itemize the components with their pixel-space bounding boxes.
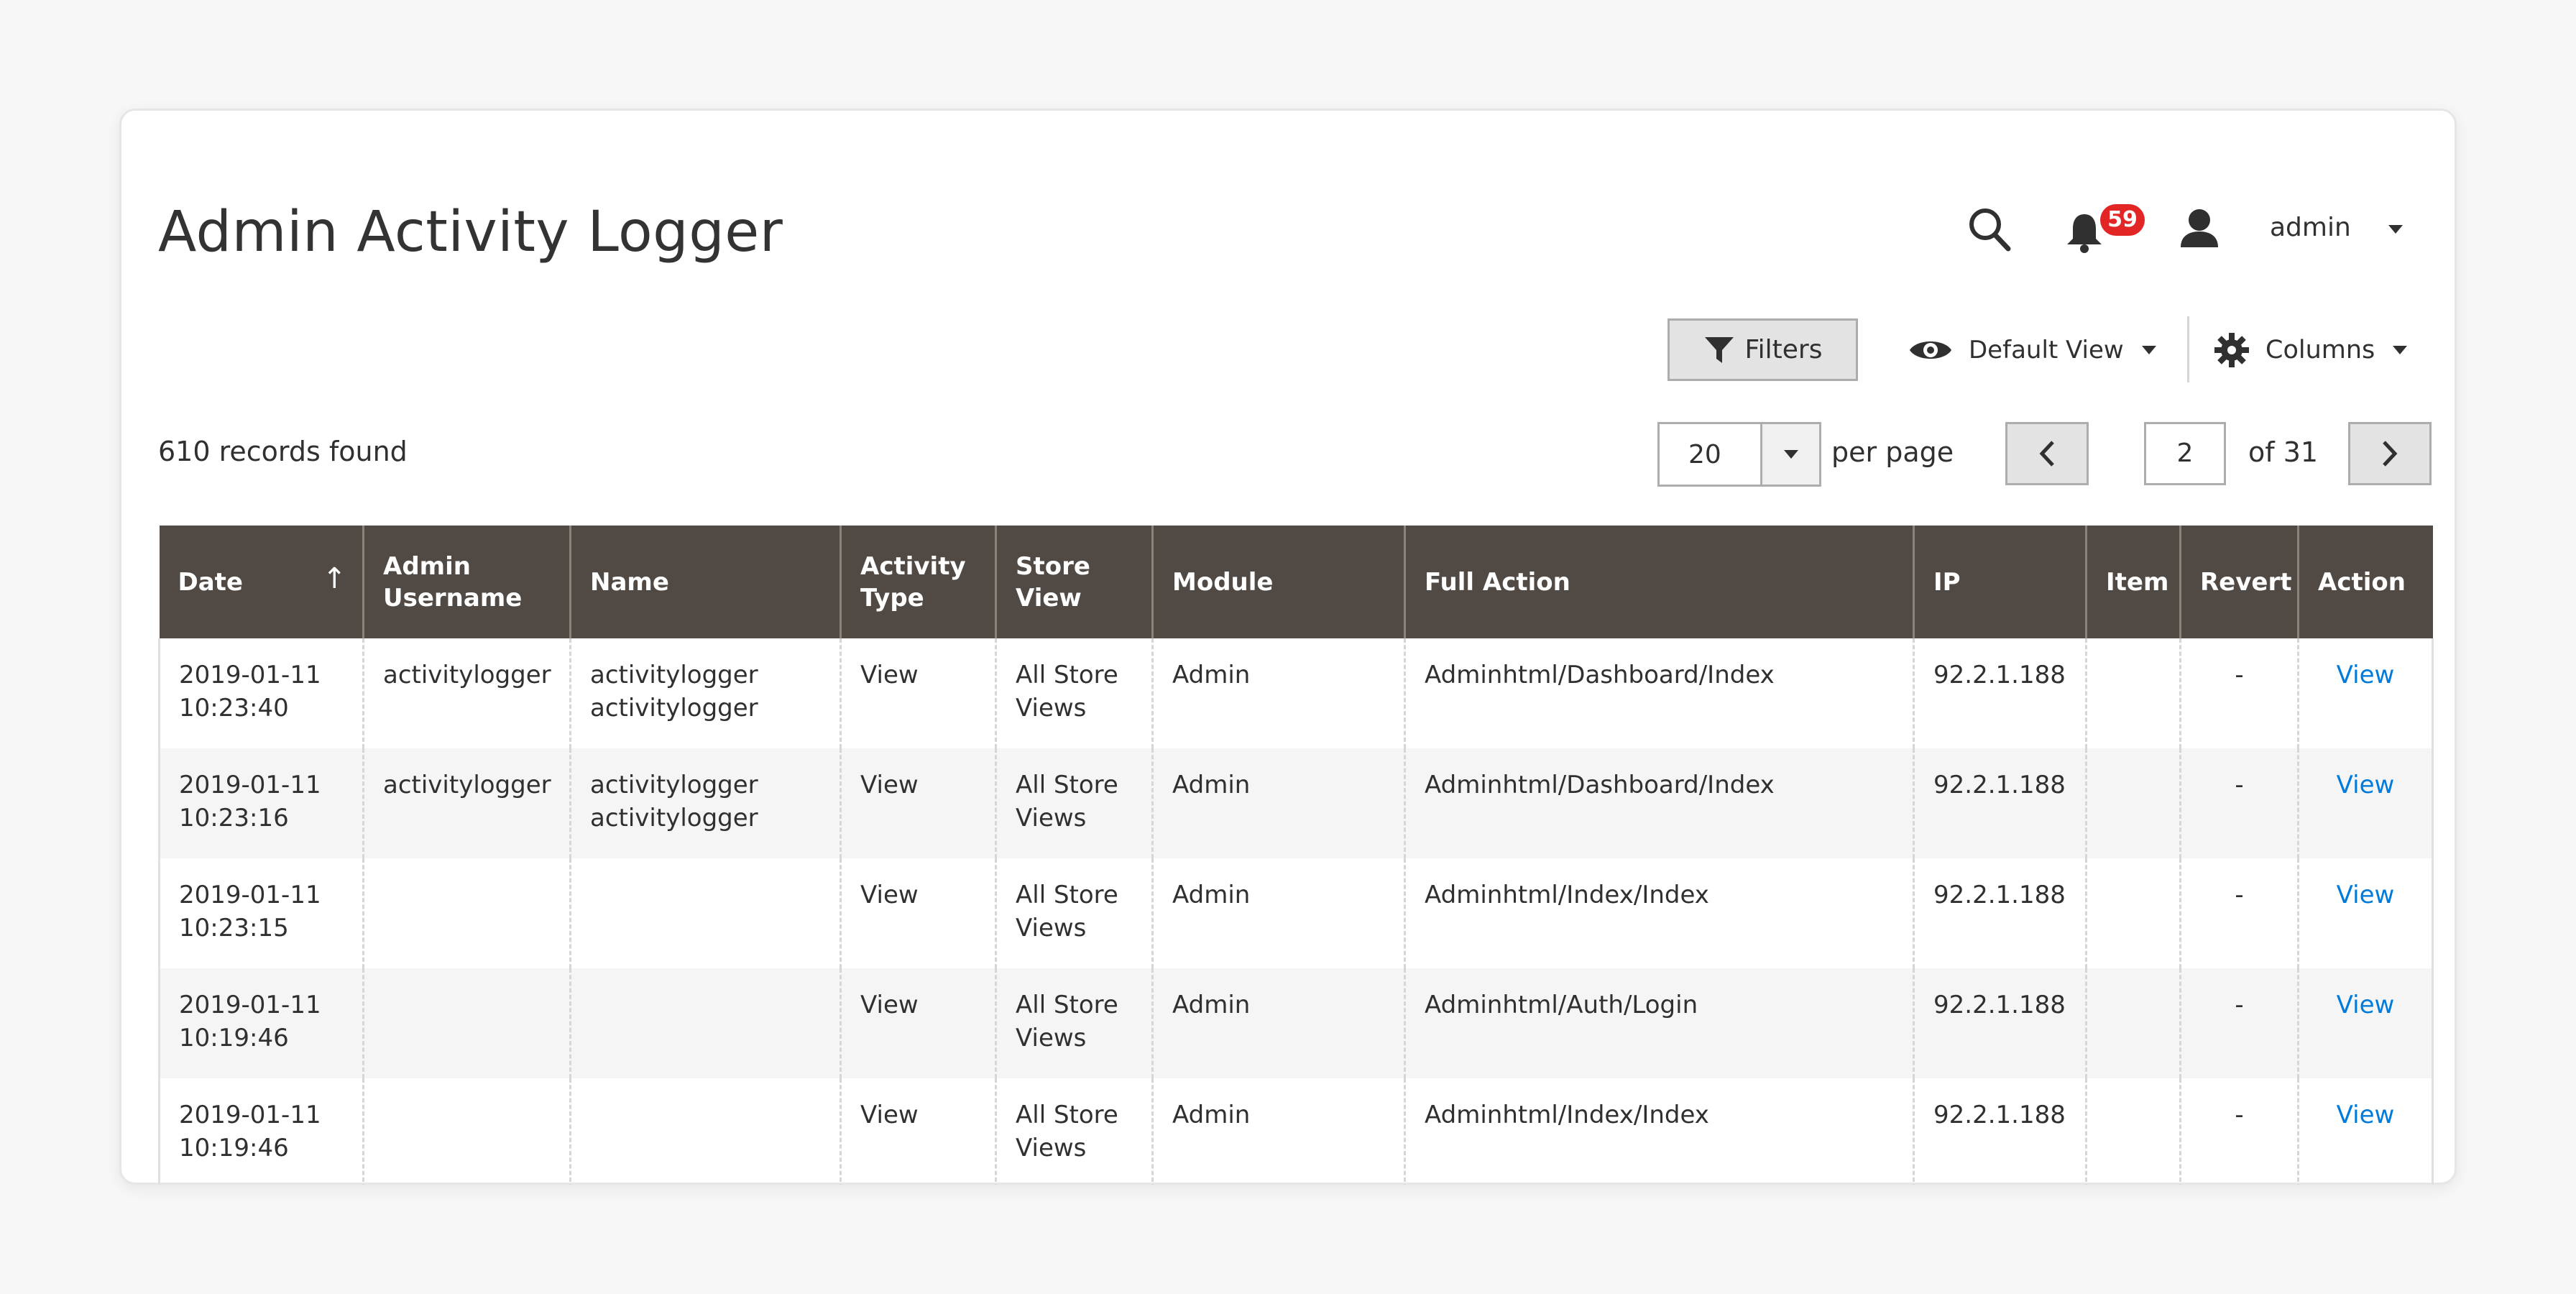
cell-username (362, 858, 571, 968)
cell-ip: 92.2.1.188 (1913, 858, 2087, 968)
cell-module: Admin (1151, 748, 1405, 858)
cell-store-view: All Store Views (995, 748, 1153, 858)
cell-username (362, 968, 571, 1078)
cell-name: activitylogger activitylogger (569, 748, 841, 858)
cell-store-view: All Store Views (995, 858, 1153, 968)
column-header-module[interactable]: Module (1151, 526, 1405, 638)
grid-viewport: Date ↑ Admin Username Name Activity Type … (119, 109, 2457, 1185)
table-row: 2019-01-11 10:23:15 View All Store Views… (158, 858, 2434, 968)
cell-item (2085, 858, 2181, 968)
cell-item (2085, 1078, 2181, 1185)
column-header-admin-username[interactable]: Admin Username (362, 526, 571, 638)
view-link[interactable]: View (2337, 1101, 2395, 1129)
column-header-name[interactable]: Name (569, 526, 841, 638)
cell-action: View (2297, 968, 2434, 1078)
cell-name (569, 858, 841, 968)
table-row: 2019-01-11 10:19:46 View All Store Views… (158, 968, 2434, 1078)
column-header-store-view[interactable]: Store View (995, 526, 1153, 638)
column-header-activity-type[interactable]: Activity Type (840, 526, 996, 638)
column-header-action[interactable]: Action (2297, 526, 2433, 638)
cell-revert: - (2179, 1078, 2299, 1185)
cell-username: activitylogger (362, 638, 571, 748)
cell-ip: 92.2.1.188 (1913, 748, 2087, 858)
sort-ascending-icon: ↑ (322, 562, 346, 595)
table-header-row: Date ↑ Admin Username Name Activity Type … (159, 526, 2433, 638)
cell-action: View (2297, 858, 2434, 968)
activity-log-table: Date ↑ Admin Username Name Activity Type … (158, 526, 2434, 1185)
cell-action: View (2297, 748, 2434, 858)
cell-activity-type: View (840, 638, 996, 748)
view-link[interactable]: View (2337, 991, 2395, 1019)
table-row: 2019-01-11 10:19:46 View All Store Views… (158, 1078, 2434, 1185)
column-header-date[interactable]: Date ↑ (159, 526, 364, 638)
cell-revert: - (2179, 638, 2299, 748)
cell-full-action: Adminhtml/Dashboard/Index (1404, 748, 1914, 858)
column-header-ip[interactable]: IP (1913, 526, 2087, 638)
column-header-full-action[interactable]: Full Action (1404, 526, 1914, 638)
view-link[interactable]: View (2337, 771, 2395, 799)
cell-revert: - (2179, 748, 2299, 858)
cell-store-view: All Store Views (995, 638, 1153, 748)
column-header-item[interactable]: Item (2085, 526, 2181, 638)
cell-name (569, 968, 841, 1078)
view-link[interactable]: View (2337, 661, 2395, 689)
cell-date: 2019-01-11 10:19:46 (158, 1078, 364, 1185)
cell-module: Admin (1151, 1078, 1405, 1185)
cell-activity-type: View (840, 858, 996, 968)
cell-date: 2019-01-11 10:19:46 (158, 968, 364, 1078)
cell-username (362, 1078, 571, 1185)
cell-store-view: All Store Views (995, 1078, 1153, 1185)
cell-revert: - (2179, 968, 2299, 1078)
table-row: 2019-01-11 10:23:40 activitylogger activ… (158, 638, 2434, 748)
cell-date: 2019-01-11 10:23:40 (158, 638, 364, 748)
cell-activity-type: View (840, 1078, 996, 1185)
cell-name: activitylogger activitylogger (569, 638, 841, 748)
cell-revert: - (2179, 858, 2299, 968)
cell-name (569, 1078, 841, 1185)
view-link[interactable]: View (2337, 881, 2395, 909)
cell-module: Admin (1151, 638, 1405, 748)
cell-date: 2019-01-11 10:23:16 (158, 748, 364, 858)
cell-action: View (2297, 638, 2434, 748)
cell-full-action: Adminhtml/Auth/Login (1404, 968, 1914, 1078)
cell-full-action: Adminhtml/Index/Index (1404, 1078, 1914, 1185)
cell-date: 2019-01-11 10:23:15 (158, 858, 364, 968)
cell-item (2085, 968, 2181, 1078)
cell-module: Admin (1151, 858, 1405, 968)
cell-action: View (2297, 1078, 2434, 1185)
cell-activity-type: View (840, 748, 996, 858)
cell-item (2085, 748, 2181, 858)
cell-item (2085, 638, 2181, 748)
cell-ip: 92.2.1.188 (1913, 638, 2087, 748)
cell-full-action: Adminhtml/Index/Index (1404, 858, 1914, 968)
column-header-revert[interactable]: Revert (2179, 526, 2299, 638)
table-row: 2019-01-11 10:23:16 activitylogger activ… (158, 748, 2434, 858)
cell-username: activitylogger (362, 748, 571, 858)
cell-full-action: Adminhtml/Dashboard/Index (1404, 638, 1914, 748)
cell-module: Admin (1151, 968, 1405, 1078)
cell-ip: 92.2.1.188 (1913, 1078, 2087, 1185)
cell-store-view: All Store Views (995, 968, 1153, 1078)
cell-ip: 92.2.1.188 (1913, 968, 2087, 1078)
cell-activity-type: View (840, 968, 996, 1078)
